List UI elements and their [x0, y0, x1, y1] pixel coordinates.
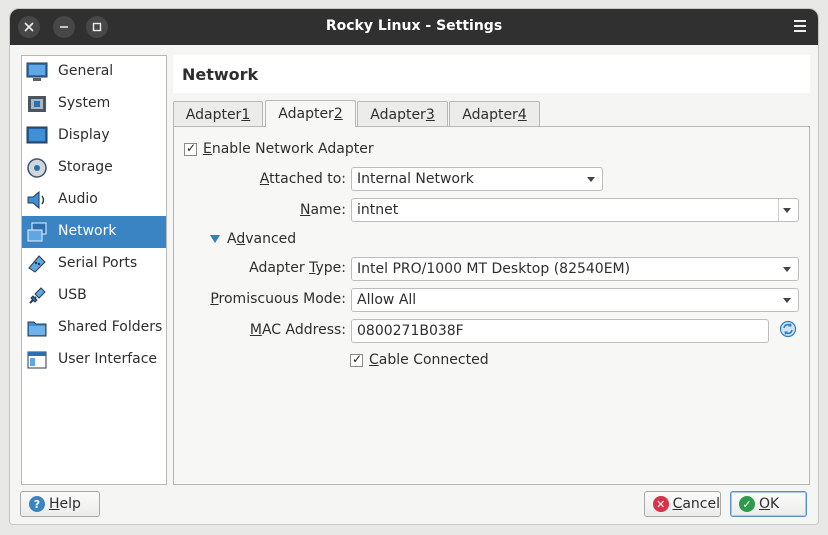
adapter-type-label: Adapter Type:	[249, 260, 346, 276]
settings-sidebar: General System Display Storage Audio Net…	[21, 55, 167, 485]
tab-adapter-4[interactable]: Adapter 4	[449, 101, 540, 127]
cancel-button[interactable]: ✕ Cancel	[644, 491, 721, 517]
tab-mnemonic: 1	[241, 106, 251, 123]
settings-window: Rocky Linux - Settings General System Di…	[9, 8, 819, 525]
sidebar-item-label: Serial Ports	[58, 255, 138, 271]
chevron-down-icon	[783, 267, 791, 272]
sidebar-item-display[interactable]: Display	[22, 120, 166, 152]
enable-adapter-checkbox[interactable]	[184, 141, 197, 156]
sidebar-item-label: Display	[58, 127, 110, 143]
sidebar-item-serial-ports[interactable]: Serial Ports	[22, 248, 166, 280]
page-title-bar: Network	[173, 55, 810, 93]
sidebar-item-user-interface[interactable]: User Interface	[22, 344, 166, 376]
tab-mnemonic: 4	[517, 106, 527, 123]
checkmark-icon: ✓	[739, 496, 755, 512]
adapter-type-value: Intel PRO/1000 MT Desktop (82540EM)	[357, 261, 631, 277]
cable-connected-label[interactable]: Cable Connected	[369, 352, 489, 368]
speaker-icon	[27, 190, 45, 210]
disk-icon	[27, 158, 47, 178]
promiscuous-mode-value: Allow All	[357, 292, 417, 308]
tab-adapter-3[interactable]: Adapter 3	[357, 101, 448, 127]
tab-adapter-1[interactable]: Adapter 1	[173, 101, 263, 127]
promiscuous-mode-label: Promiscuous Mode:	[210, 291, 346, 307]
tab-mnemonic: 2	[333, 106, 343, 122]
mac-address-input[interactable]: 0800271B038F	[351, 319, 769, 343]
sidebar-item-storage[interactable]: Storage	[22, 152, 166, 184]
sidebar-item-general[interactable]: General	[22, 56, 166, 88]
sidebar-item-label: Shared Folders	[58, 319, 163, 335]
chip-icon	[28, 96, 46, 112]
title-bar[interactable]: Rocky Linux - Settings	[10, 9, 818, 45]
tab-label: Adapter	[462, 106, 518, 123]
promiscuous-mode-select[interactable]: Allow All	[351, 288, 799, 312]
name-combobox[interactable]: intnet	[351, 198, 799, 222]
ok-button[interactable]: ✓ OK	[730, 491, 807, 517]
sidebar-item-label: User Interface	[58, 351, 158, 367]
chevron-down-icon	[783, 298, 791, 303]
mac-address-label: MAC Address:	[249, 322, 346, 338]
tab-label: Adapter	[278, 106, 334, 122]
triangle-down-icon[interactable]	[210, 235, 220, 244]
serial-port-icon	[28, 255, 46, 273]
window-title: Rocky Linux - Settings	[325, 18, 503, 34]
window-icon	[27, 351, 47, 369]
network-icon	[27, 222, 47, 242]
advanced-toggle[interactable]: Advanced	[227, 231, 296, 247]
sidebar-item-usb[interactable]: USB	[22, 280, 166, 312]
adapter-type-select[interactable]: Intel PRO/1000 MT Desktop (82540EM)	[351, 257, 799, 281]
sidebar-item-label: System	[58, 95, 111, 111]
sidebar-item-audio[interactable]: Audio	[22, 184, 166, 216]
sidebar-item-label: Network	[58, 223, 117, 239]
attached-to-select[interactable]: Internal Network	[351, 167, 603, 191]
attached-to-label: Attached to:	[259, 171, 346, 187]
page-title: Network	[182, 65, 259, 84]
chevron-down-icon	[587, 177, 595, 182]
sidebar-item-network[interactable]: Network	[22, 216, 166, 248]
sidebar-item-label: General	[58, 63, 114, 79]
sidebar-item-label: Storage	[58, 159, 113, 175]
tab-adapter-2[interactable]: Adapter 2	[265, 100, 356, 127]
refresh-icon[interactable]	[779, 320, 797, 338]
tab-mnemonic: 3	[425, 106, 435, 123]
tab-label: Adapter	[185, 106, 242, 123]
menu-icon[interactable]	[794, 20, 806, 32]
sidebar-item-shared-folders[interactable]: Shared Folders	[22, 312, 166, 344]
help-button[interactable]: ? Help	[20, 491, 100, 517]
sidebar-item-system[interactable]: System	[22, 88, 166, 120]
usb-icon	[29, 287, 46, 304]
monitor-icon	[26, 62, 48, 81]
adapter-panel: Enable Network Adapter Attached to: Inte…	[173, 126, 810, 485]
chevron-down-icon[interactable]	[783, 208, 791, 213]
name-label: Name:	[299, 202, 346, 218]
mac-address-value[interactable]: 0800271B038F	[357, 323, 464, 339]
sidebar-item-label: USB	[58, 287, 87, 303]
sidebar-item-label: Audio	[58, 191, 98, 207]
attached-to-value: Internal Network	[357, 171, 474, 187]
name-value: intnet	[357, 202, 399, 218]
tab-label: Adapter	[370, 106, 426, 123]
folder-icon	[27, 321, 47, 337]
help-icon: ?	[29, 496, 45, 512]
enable-adapter-label[interactable]: Enable Network Adapter	[203, 141, 374, 157]
cable-connected-checkbox[interactable]	[350, 352, 363, 367]
display-icon	[26, 126, 48, 144]
cancel-icon: ✕	[653, 496, 669, 512]
